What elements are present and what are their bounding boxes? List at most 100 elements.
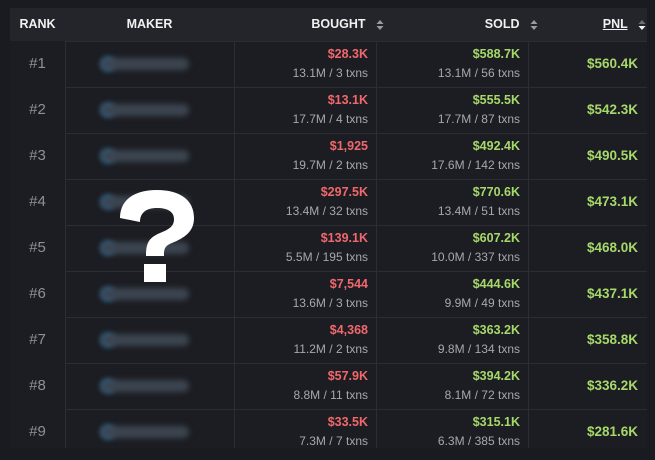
row-divider: [65, 87, 647, 88]
table-row[interactable]: #1 $28.3K 13.1M / 3 txns $588.7K 13.1M /…: [10, 41, 647, 87]
sold-cell: $444.6K 9.9M / 49 txns: [376, 271, 520, 317]
table-row[interactable]: #8 $57.9K 8.8M / 11 txns $394.2K 8.1M / …: [10, 363, 647, 409]
txn-unit: txns: [345, 296, 368, 310]
sold-usd: $444.6K: [472, 277, 520, 291]
rank-cell: #9: [29, 423, 46, 440]
sold-usd: $315.1K: [472, 415, 520, 429]
bought-cell: $57.9K 8.8M / 11 txns: [234, 363, 368, 409]
sold-usd: $770.6K: [472, 185, 520, 199]
pnl-cell: $473.1K: [586, 194, 638, 209]
pnl-cell: $560.4K: [586, 56, 638, 71]
sold-txn-count: 134: [474, 342, 495, 356]
row-divider: [65, 179, 647, 180]
sold-details: 13.1M / 56 txns: [437, 66, 520, 80]
rank-cell: #2: [29, 101, 46, 118]
pnl-cell: $281.6K: [586, 424, 638, 439]
row-divider: [65, 41, 647, 42]
bought-tokens: 19.7M: [292, 158, 326, 172]
sold-tokens: 8.1M: [444, 388, 472, 402]
pnl-cell: $468.0K: [586, 240, 638, 255]
sort-desc-icon[interactable]: [638, 19, 646, 31]
bought-details: 13.1M / 3 txns: [292, 66, 368, 80]
sold-details: 9.8M / 134 txns: [437, 342, 520, 356]
maker-address-blurred: [101, 288, 189, 300]
bought-txn-count: 2: [335, 158, 343, 172]
table-row[interactable]: #6 $7,544 13.6M / 3 txns $444.6K 9.9M / …: [10, 271, 647, 317]
table-row[interactable]: #5 $139.1K 5.5M / 195 txns $607.2K 10.0M…: [10, 225, 647, 271]
sold-details: 6.3M / 385 txns: [437, 434, 520, 448]
bought-usd: $4,368: [329, 323, 368, 337]
sold-txn-count: 87: [481, 112, 495, 126]
maker-cell[interactable]: [65, 409, 234, 448]
bought-header[interactable]: BOUGHT: [234, 8, 384, 41]
bought-cell: $33.5K 7.3M / 7 txns: [234, 409, 368, 448]
maker-address-blurred: [101, 426, 189, 438]
bought-txn-count: 4: [335, 112, 343, 126]
table-row[interactable]: #9 $33.5K 7.3M / 7 txns $315.1K 6.3M / 3…: [10, 409, 647, 448]
row-divider: [65, 409, 647, 410]
maker-address-blurred: [101, 58, 189, 70]
pnl-cell: $358.8K: [586, 332, 638, 347]
sold-txn-count: 49: [481, 296, 495, 310]
sold-txn-count: 56: [481, 66, 495, 80]
sold-cell: $315.1K 6.3M / 385 txns: [376, 409, 520, 448]
bought-cell: $4,368 11.2M / 2 txns: [234, 317, 368, 363]
rank-cell: #7: [29, 331, 46, 348]
bought-tokens: 5.5M: [285, 250, 313, 264]
sold-tokens: 13.1M: [437, 66, 472, 80]
sold-usd: $394.2K: [472, 369, 520, 383]
sold-cell: $363.2K 9.8M / 134 txns: [376, 317, 520, 363]
pnl-header[interactable]: PNL: [528, 8, 646, 41]
txn-unit: txns: [345, 66, 368, 80]
sold-details: 10.0M / 337 txns: [431, 250, 520, 264]
bought-tokens: 13.4M: [285, 204, 320, 218]
bought-usd: $33.5K: [327, 415, 368, 429]
maker-header: MAKER: [126, 17, 173, 31]
table-header: RANK MAKER BOUGHT SOLD PNL: [10, 8, 647, 41]
sold-usd: $607.2K: [472, 231, 520, 245]
sold-header[interactable]: SOLD: [376, 8, 538, 41]
rank-cell: #5: [29, 239, 46, 256]
bought-txn-count: 7: [335, 434, 343, 448]
rank-cell: #3: [29, 147, 46, 164]
bought-tokens: 17.7M: [292, 112, 326, 126]
bought-usd: $139.1K: [320, 231, 368, 245]
bought-details: 11.2M / 2 txns: [293, 342, 368, 356]
rank-cell: #1: [29, 55, 46, 72]
sold-cell: $588.7K 13.1M / 56 txns: [376, 41, 520, 87]
sold-usd: $492.4K: [472, 139, 520, 153]
bought-txn-count: 2: [335, 342, 343, 356]
sold-tokens: 13.4M: [437, 204, 472, 218]
maker-cell[interactable]: [65, 41, 234, 87]
table-row[interactable]: #2 $13.1K 17.7M / 4 txns $555.5K 17.7M /…: [10, 87, 647, 133]
maker-address-blurred: [101, 150, 189, 162]
bought-details: 19.7M / 2 txns: [292, 158, 368, 172]
top-traders-table: RANK MAKER BOUGHT SOLD PNL #1 $28.3K 13.…: [10, 8, 647, 448]
pnl-cell: $437.1K: [586, 286, 638, 301]
bought-usd: $13.1K: [327, 93, 368, 107]
bought-cell: $7,544 13.6M / 3 txns: [234, 271, 368, 317]
sold-cell: $555.5K 17.7M / 87 txns: [376, 87, 520, 133]
sold-tokens: 10.0M: [431, 250, 465, 264]
row-divider: [65, 133, 647, 134]
sold-usd: $555.5K: [472, 93, 520, 107]
table-row[interactable]: #3 $1,925 19.7M / 2 txns $492.4K 17.6M /…: [10, 133, 647, 179]
bought-tokens: 8.8M: [293, 388, 321, 402]
row-divider: [65, 317, 647, 318]
table-row[interactable]: #7 $4,368 11.2M / 2 txns $363.2K 9.8M / …: [10, 317, 647, 363]
sold-details: 17.7M / 87 txns: [437, 112, 520, 126]
txn-unit: txns: [497, 388, 520, 402]
sold-details: 17.6M / 142 txns: [431, 158, 520, 172]
sold-tokens: 6.3M: [437, 434, 465, 448]
sold-cell: $770.6K 13.4M / 51 txns: [376, 179, 520, 225]
maker-cell[interactable]: [65, 317, 234, 363]
bought-cell: $139.1K 5.5M / 195 txns: [234, 225, 368, 271]
rank-cell: #6: [29, 285, 46, 302]
sold-tokens: 17.6M: [431, 158, 465, 172]
bought-usd: $1,925: [329, 139, 368, 153]
sold-details: 13.4M / 51 txns: [437, 204, 520, 218]
maker-cell[interactable]: [65, 133, 234, 179]
maker-cell[interactable]: [65, 87, 234, 133]
table-row[interactable]: #4 $297.5K 13.4M / 32 txns $770.6K 13.4M…: [10, 179, 647, 225]
maker-cell[interactable]: [65, 363, 234, 409]
